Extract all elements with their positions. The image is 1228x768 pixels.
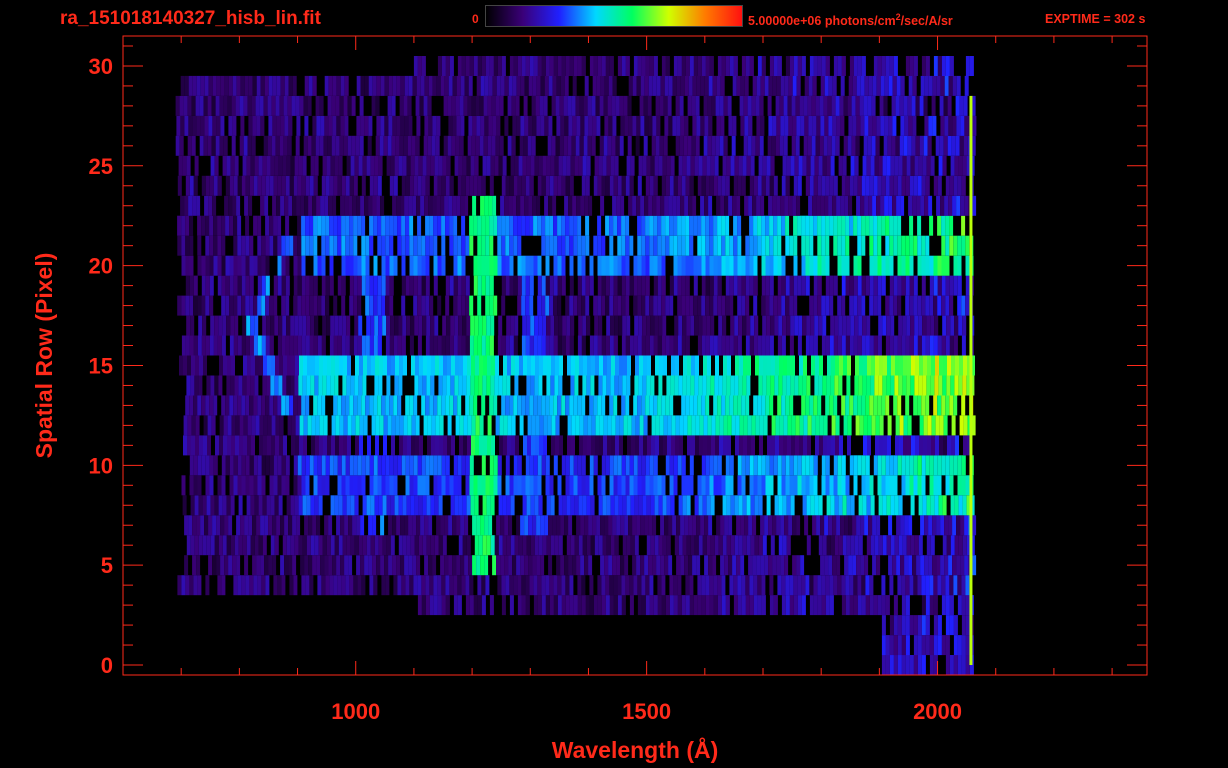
colorbar-max-label: 5.00000e+06 photons/cm2/sec/A/sr xyxy=(748,12,953,29)
y-tick-label: 0 xyxy=(101,653,113,678)
x-tick-label: 2000 xyxy=(913,699,962,724)
x-tick-label: 1000 xyxy=(331,699,380,724)
y-axis-label: Spatial Row (Pixel) xyxy=(31,253,57,459)
y-tick-label: 25 xyxy=(89,154,113,179)
file-name: ra_151018140327_hisb_lin.fit xyxy=(60,8,321,29)
y-tick-label: 20 xyxy=(89,254,113,279)
y-tick-label: 15 xyxy=(89,353,113,378)
y-tick-label: 5 xyxy=(101,553,113,578)
heatmap-image xyxy=(175,56,977,675)
spectrum-image-plot: 1000 1500 2000 0 5 10 15 20 25 30 Wavelength (Å) Sp… xyxy=(31,35,1148,763)
x-axis-label: Wavelength (Å) xyxy=(552,736,719,763)
y-tick-label: 30 xyxy=(89,54,113,79)
colorbar-min-label: 0 xyxy=(472,12,479,26)
exposure-time: EXPTIME = 302 s xyxy=(1045,12,1146,26)
x-tick-label: 1500 xyxy=(622,699,671,724)
y-tick-label: 10 xyxy=(89,453,113,478)
colorbar xyxy=(485,5,743,27)
